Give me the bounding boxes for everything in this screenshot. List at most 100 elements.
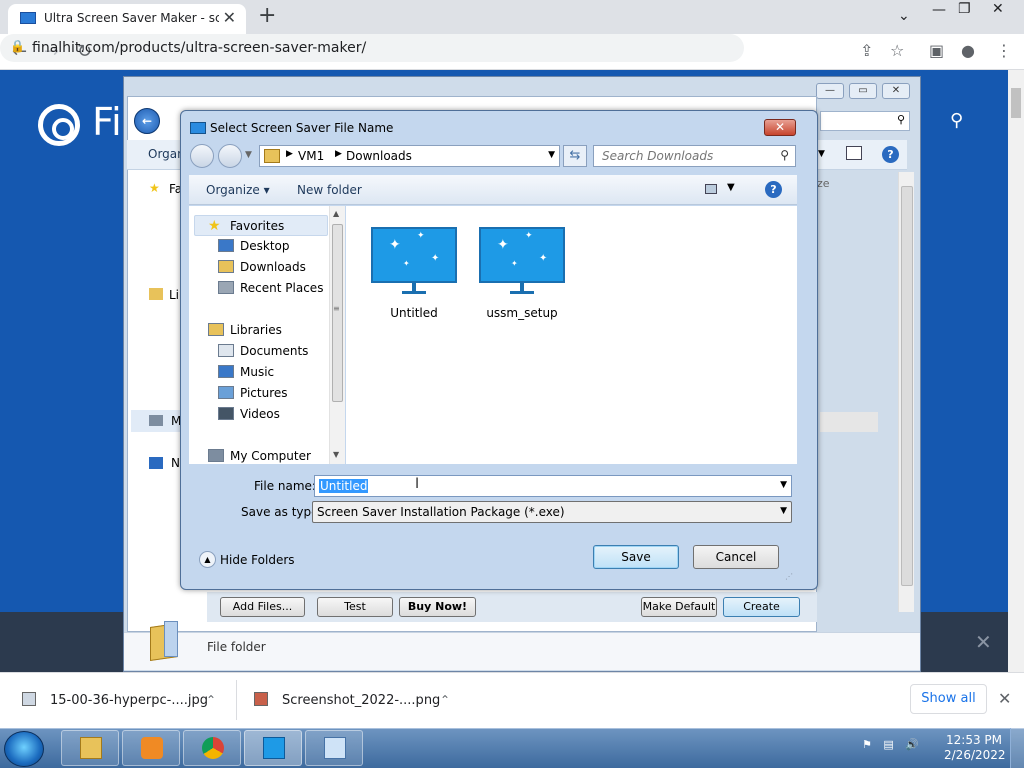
explorer-back-icon[interactable]: ← [134, 108, 160, 134]
new-folder-button[interactable]: New folder [297, 183, 362, 197]
cancel-button[interactable]: Cancel [693, 545, 779, 569]
explorer-scrollbar[interactable] [898, 172, 914, 612]
breadcrumb-arrow-icon[interactable]: ▶ [286, 149, 293, 159]
downloads-close-icon[interactable]: ✕ [998, 689, 1011, 708]
nav-item-videos[interactable]: Videos [218, 407, 280, 421]
minimize-button[interactable]: — [932, 2, 946, 18]
nav-scrollbar-thumb[interactable] [332, 224, 343, 402]
dialog-monitor-icon [190, 122, 206, 134]
save-button[interactable]: Save [593, 545, 679, 569]
profile-avatar-icon[interactable]: ● [961, 41, 975, 60]
side-panel-icon[interactable]: ▣ [929, 41, 944, 60]
file-name-value[interactable]: Untitled [319, 479, 369, 493]
chevron-up-icon[interactable]: ⌃ [440, 693, 450, 707]
app-minimize-button[interactable]: — [816, 83, 844, 99]
restore-button[interactable]: ❐ [958, 1, 971, 17]
save-type-select[interactable]: Screen Saver Installation Package (*.exe… [312, 501, 792, 523]
nav-item-favorites[interactable]: ★ Favorites [208, 218, 284, 234]
show-desktop-button[interactable] [1010, 728, 1024, 768]
network-tray-icon[interactable]: ▤ [883, 738, 893, 751]
download-item[interactable]: 15-00-36-hyperpc-....jpg ⌃ [22, 692, 216, 708]
start-button[interactable] [4, 731, 44, 767]
dialog-back-icon[interactable] [190, 144, 214, 168]
share-icon[interactable]: ⇪ [860, 41, 873, 60]
text-cursor-icon: I [415, 476, 420, 492]
nav-item-label: Favorites [230, 219, 285, 233]
explorer-search-box[interactable]: ⚲ [820, 111, 910, 131]
view-dropdown-icon[interactable]: ▼ [727, 182, 735, 193]
change-view-button[interactable]: ▼ [703, 181, 743, 199]
nav-item-desktop[interactable]: Desktop [218, 239, 290, 253]
file-name-dropdown-icon[interactable]: ▼ [780, 480, 787, 490]
hide-folders-toggle[interactable]: ▲ Hide Folders [199, 551, 319, 569]
create-button[interactable]: Create [723, 597, 800, 617]
download-filename: Screenshot_2022-....png [282, 693, 441, 708]
nav-item-recent-places[interactable]: Recent Places [218, 281, 323, 295]
volume-icon[interactable]: 🔊 [905, 738, 919, 751]
add-files-button[interactable]: Add Files... [220, 597, 305, 617]
taskbar-file-explorer[interactable] [61, 730, 119, 766]
page-search-icon[interactable]: ⚲ [950, 110, 963, 131]
file-item[interactable]: ✦ ✦ ✦ ✦ Untitled [369, 227, 459, 320]
test-button[interactable]: Test [317, 597, 393, 617]
taskbar-media-player[interactable] [122, 730, 180, 766]
tab-close-icon[interactable]: ✕ [223, 8, 236, 27]
scroll-up-icon[interactable]: ▲ [333, 209, 339, 218]
nav-item-music[interactable]: Music [218, 365, 274, 379]
scroll-down-icon[interactable]: ▼ [333, 450, 339, 459]
nav-item-downloads[interactable]: Downloads [218, 260, 306, 274]
address-bar[interactable]: 🔒 finalhit.com/products/ultra-screen-sav… [0, 34, 744, 62]
explorer-sidebar-network[interactable]: N [171, 456, 180, 470]
banner-close-icon[interactable]: ✕ [975, 630, 992, 654]
breadcrumb-arrow-icon[interactable]: ▶ [335, 149, 342, 159]
refresh-icon[interactable]: ⇆ [563, 145, 587, 167]
close-window-button[interactable]: ✕ [992, 1, 1004, 17]
bookmark-star-icon[interactable]: ☆ [890, 41, 904, 60]
new-tab-button[interactable]: + [258, 3, 276, 28]
clock[interactable]: 12:53 PM 2/26/2022 [944, 733, 1006, 763]
explorer-view-dropdown-icon[interactable]: ▼ [818, 149, 825, 159]
nav-item-pictures[interactable]: Pictures [218, 386, 288, 400]
app-close-button[interactable]: ✕ [882, 83, 910, 99]
nav-item-documents[interactable]: Documents [218, 344, 308, 358]
tab-search-dropdown-icon[interactable]: ⌄ [898, 8, 910, 24]
buy-now-button[interactable]: Buy Now! [399, 597, 476, 617]
explorer-scrollbar-thumb[interactable] [901, 186, 913, 586]
flag-alert-icon[interactable]: ⚑ [862, 738, 872, 751]
nav-item-libraries[interactable]: Libraries [208, 323, 282, 337]
recent-locations-dropdown-icon[interactable]: ▼ [245, 150, 252, 160]
breadcrumb-dropdown-icon[interactable]: ▼ [548, 150, 555, 160]
explorer-preview-pane-icon[interactable] [846, 146, 862, 160]
chevron-up-icon[interactable]: ⌃ [206, 693, 216, 707]
make-default-button[interactable]: Make Default [641, 597, 717, 617]
recent-places-icon [218, 281, 234, 294]
app-maximize-button[interactable]: ▭ [849, 83, 877, 99]
show-all-button[interactable]: Show all [910, 684, 987, 714]
resize-grip-icon[interactable]: ⋰ [785, 572, 793, 581]
taskbar-control-panel[interactable] [305, 730, 363, 766]
download-item[interactable]: Screenshot_2022-....png ⌃ [254, 692, 450, 708]
explorer-help-icon[interactable]: ? [882, 146, 899, 163]
save-type-dropdown-icon[interactable]: ▼ [780, 506, 787, 516]
menu-kebab-icon[interactable]: ⋮ [996, 41, 1012, 60]
browser-tab[interactable]: Ultra Screen Saver Maker - scree ✕ [8, 4, 246, 34]
nav-item-my-computer[interactable]: My Computer [208, 449, 311, 463]
taskbar-chrome[interactable] [183, 730, 241, 766]
dialog-forward-icon[interactable] [218, 144, 242, 168]
breadcrumb-vm1[interactable]: VM1 [298, 149, 324, 163]
page-scrollbar-thumb[interactable] [1011, 88, 1021, 118]
screensaver-file-icon: ✦ ✦ ✦ ✦ [371, 227, 457, 283]
explorer-sidebar-libraries[interactable]: Li [169, 288, 179, 302]
file-name-input[interactable]: Untitled I ▼ [314, 475, 792, 497]
dialog-search-box[interactable]: ⚲ [593, 145, 796, 167]
breadcrumb-downloads[interactable]: Downloads [346, 149, 412, 163]
taskbar-screensaver-maker[interactable] [244, 730, 302, 766]
page-scrollbar[interactable] [1008, 70, 1024, 672]
dialog-search-input[interactable] [602, 147, 772, 165]
nav-scrollbar[interactable]: ▲ ≡ ▼ [329, 206, 345, 464]
file-item[interactable]: ✦ ✦ ✦ ✦ ussm_setup [477, 227, 567, 320]
breadcrumb[interactable]: ▶ VM1 ▶ Downloads ▼ [259, 145, 560, 167]
organize-button[interactable]: Organize ▾ [206, 183, 270, 197]
help-icon[interactable]: ? [765, 181, 782, 198]
dialog-close-button[interactable]: ✕ [764, 119, 796, 136]
